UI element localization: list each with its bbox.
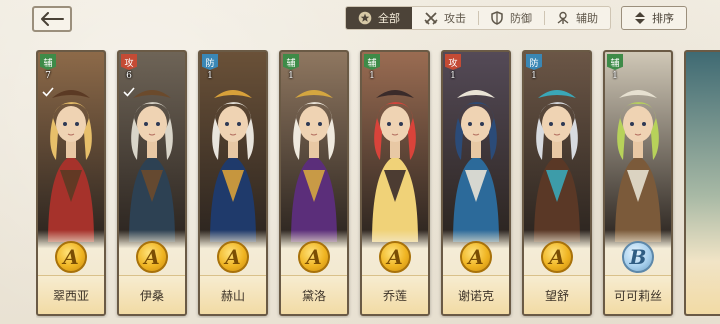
- grade-badge: A: [136, 241, 168, 273]
- role-tag: 辅: [283, 54, 299, 70]
- back-button[interactable]: [32, 6, 72, 32]
- hero-level: 1: [369, 71, 375, 81]
- role-tag: 攻: [121, 54, 137, 70]
- back-arrow-icon: [41, 12, 64, 26]
- shield-icon: [490, 11, 504, 25]
- sort-arrows-icon: [635, 12, 645, 24]
- tab-all[interactable]: 全部: [346, 7, 412, 29]
- role-tag: 防: [526, 54, 542, 70]
- hero-card[interactable]: 赫山 A 防 1: [198, 50, 268, 316]
- grade-badge: A: [541, 241, 573, 273]
- hero-level: 1: [207, 71, 213, 81]
- next-hero-card-partial[interactable]: [684, 50, 720, 316]
- hero-level: 1: [531, 71, 537, 81]
- hero-level: 6: [126, 71, 132, 81]
- grade-badge: A: [55, 241, 87, 273]
- grade-badge: A: [379, 241, 411, 273]
- role-filter-bar: 全部 攻击 防御 辅助: [345, 6, 611, 30]
- sort-button[interactable]: 排序: [621, 6, 687, 30]
- grade-badge: A: [460, 241, 492, 273]
- grade-badge: B: [622, 241, 654, 273]
- role-tag: 辅: [40, 54, 56, 70]
- tab-label: 防御: [510, 12, 532, 25]
- hero-name: 翠西亚: [52, 289, 89, 303]
- role-badge: 辅7: [40, 54, 56, 97]
- tab-label: 全部: [378, 12, 400, 25]
- role-badge: 辅1: [283, 54, 299, 81]
- hero-level: 1: [288, 71, 294, 81]
- hero-name: 可可莉丝: [613, 289, 662, 303]
- hero-level: 1: [450, 71, 456, 81]
- hero-card[interactable]: 望舒 A 防 1: [522, 50, 592, 316]
- tab-label: 辅助: [576, 12, 598, 25]
- hero-card[interactable]: 可可莉丝 B 辅 1: [603, 50, 673, 316]
- role-badge: 辅1: [364, 54, 380, 81]
- tab-defense[interactable]: 防御: [478, 7, 544, 29]
- role-badge: 防1: [526, 54, 542, 81]
- tab-attack[interactable]: 攻击: [412, 7, 478, 29]
- hero-card[interactable]: 乔莲 A 辅 1: [360, 50, 430, 316]
- role-badge: 攻6: [121, 54, 137, 97]
- role-tag: 防: [202, 54, 218, 70]
- hero-name: 谢诺克: [457, 289, 494, 303]
- hero-level: 1: [612, 71, 618, 81]
- grade-badge: A: [217, 241, 249, 273]
- owned-check-icon: [123, 82, 135, 97]
- grade-badge: A: [298, 241, 330, 273]
- hero-card[interactable]: 谢诺克 A 攻 1: [441, 50, 511, 316]
- support-icon: [556, 11, 570, 25]
- role-tag: 辅: [607, 54, 623, 70]
- hero-name: 伊桑: [139, 289, 164, 303]
- star-icon: [358, 11, 372, 25]
- owned-check-icon: [42, 82, 54, 97]
- role-tag: 攻: [445, 54, 461, 70]
- sort-label: 排序: [652, 12, 674, 25]
- role-badge: 辅1: [607, 54, 623, 81]
- tab-support[interactable]: 辅助: [544, 7, 610, 29]
- hero-name: 望舒: [544, 289, 569, 303]
- role-badge: 防1: [202, 54, 218, 81]
- hero-level: 7: [45, 71, 51, 81]
- hero-name: 乔莲: [382, 289, 407, 303]
- tab-label: 攻击: [444, 12, 466, 25]
- crossed-swords-icon: [424, 11, 438, 25]
- role-tag: 辅: [364, 54, 380, 70]
- hero-card[interactable]: 翠西亚 A 辅 7: [36, 50, 106, 316]
- hero-card-list: 翠西亚 A 辅 7 伊桑 A 攻 6 赫山 A 防 1 黛洛 A 辅 1 乔莲 A 辅 1 谢诺克 A 攻 1 望舒 A 防 1 可可莉…: [36, 50, 720, 318]
- hero-card[interactable]: 黛洛 A 辅 1: [279, 50, 349, 316]
- hero-name: 黛洛: [301, 289, 326, 303]
- hero-card[interactable]: 伊桑 A 攻 6: [117, 50, 187, 316]
- role-badge: 攻1: [445, 54, 461, 81]
- hero-name: 赫山: [220, 289, 245, 303]
